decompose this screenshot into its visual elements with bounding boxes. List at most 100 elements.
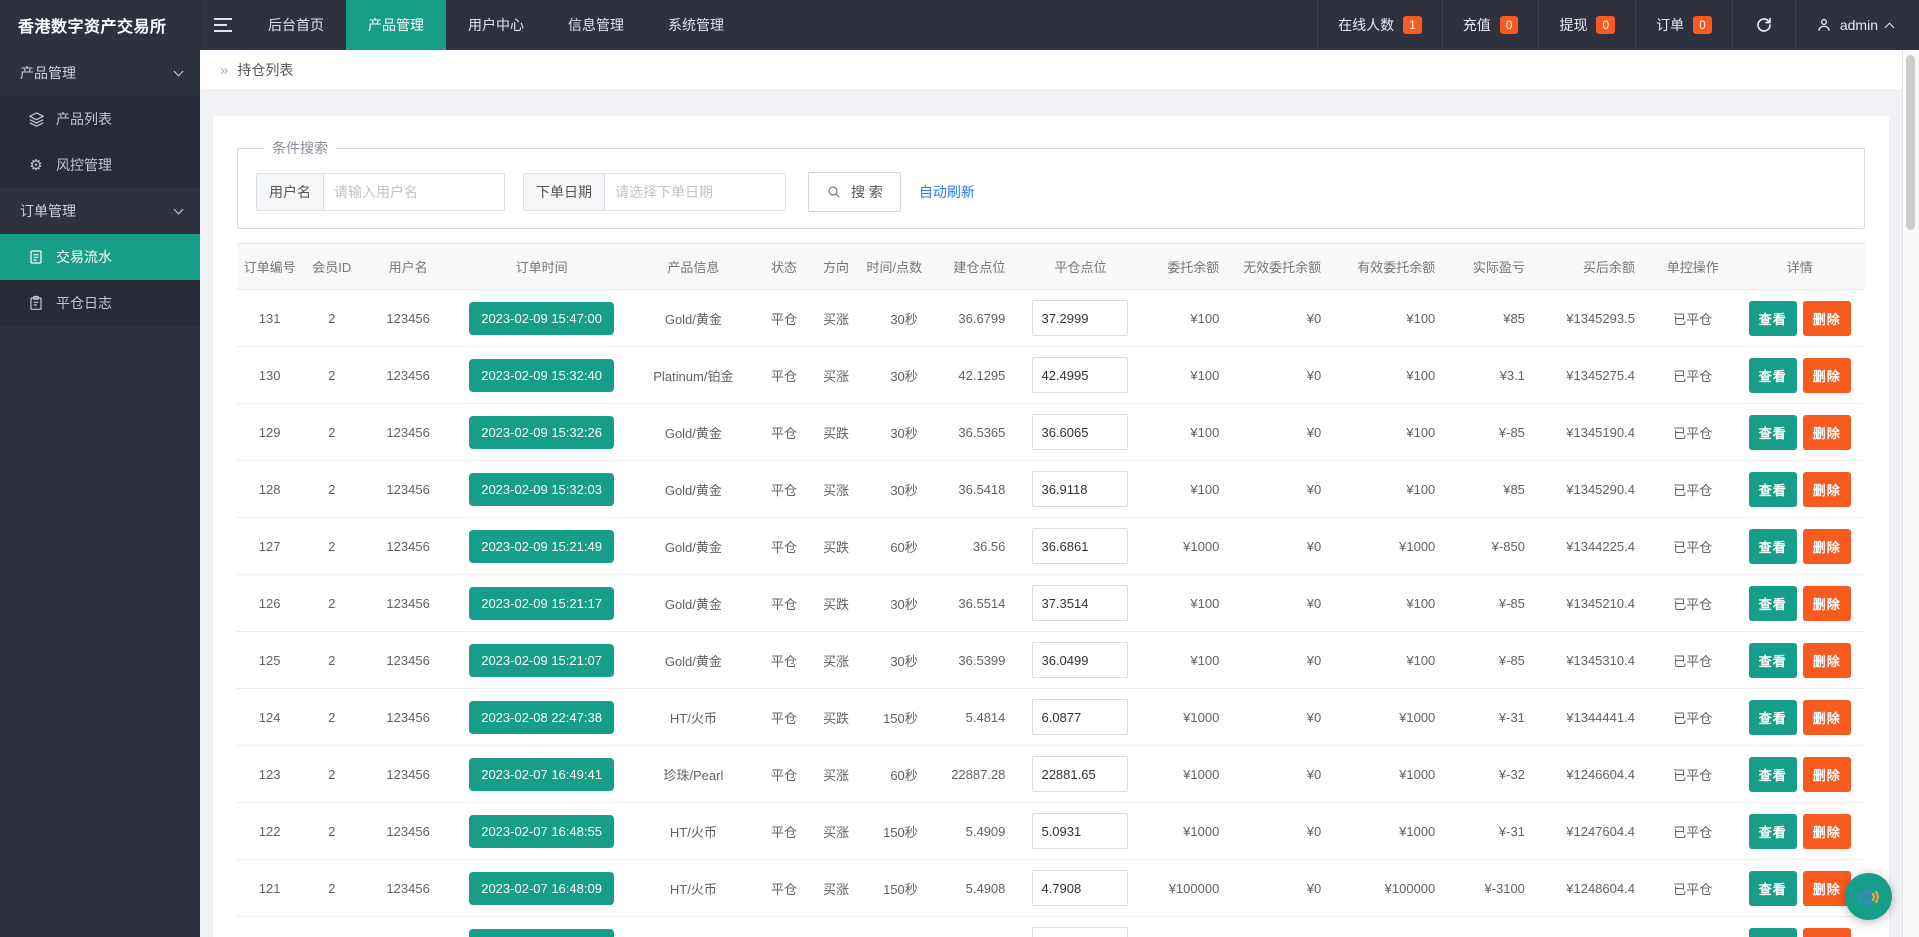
- cell-order-no: 125: [237, 631, 303, 689]
- view-button[interactable]: 查看: [1748, 414, 1797, 450]
- username-input[interactable]: [323, 173, 505, 211]
- cell-control: 已平仓: [1650, 346, 1735, 404]
- cell-status: 平仓: [758, 745, 810, 803]
- nav-item-users[interactable]: 用户中心: [446, 0, 546, 50]
- sidebar-item-risk-control[interactable]: ⚙ 风控管理: [0, 142, 200, 188]
- search-button[interactable]: 搜 索: [808, 172, 901, 212]
- delete-button[interactable]: 删除: [1802, 870, 1851, 906]
- nav-stat-withdraw[interactable]: 提现 0: [1538, 0, 1635, 50]
- close-point-input[interactable]: [1032, 813, 1129, 849]
- close-point-input[interactable]: [1032, 471, 1129, 507]
- cell-direction: 买涨: [809, 859, 863, 917]
- cell-period: 30秒: [862, 403, 934, 461]
- close-point-input[interactable]: [1032, 642, 1129, 678]
- order-time-button[interactable]: 2023-02-09 15:32:40: [469, 358, 614, 392]
- refresh-icon[interactable]: [1731, 0, 1795, 50]
- cell-username: 123456: [361, 745, 455, 803]
- nav-item-products[interactable]: 产品管理: [346, 0, 446, 50]
- view-button[interactable]: 查看: [1748, 927, 1797, 937]
- delete-button[interactable]: 删除: [1802, 300, 1851, 336]
- cell-order-time: 2023-02-07 16:48:09: [454, 859, 629, 917]
- chevron-down-icon: [173, 66, 184, 76]
- view-button[interactable]: 查看: [1748, 813, 1797, 849]
- cell-balance-after: ¥0: [1540, 916, 1651, 937]
- view-button[interactable]: 查看: [1748, 642, 1797, 678]
- delete-button[interactable]: 删除: [1802, 357, 1851, 393]
- nav-item-home[interactable]: 后台首页: [246, 0, 346, 50]
- close-point-input[interactable]: [1032, 300, 1129, 336]
- cell-valid-entrust: ¥100: [1337, 289, 1452, 347]
- nav-item-system[interactable]: 系统管理: [646, 0, 746, 50]
- delete-button[interactable]: 删除: [1802, 813, 1851, 849]
- sidebar-item-close-log[interactable]: 平仓日志: [0, 280, 200, 326]
- delete-button[interactable]: 删除: [1802, 471, 1851, 507]
- cell-entrust-balance: ¥1000: [1139, 688, 1236, 746]
- close-point-input[interactable]: [1032, 585, 1129, 621]
- delete-button[interactable]: 删除: [1802, 699, 1851, 735]
- order-time-button[interactable]: 2023-02-09 15:47:00: [469, 301, 614, 335]
- cell-entrust-balance: ¥1000: [1139, 802, 1236, 860]
- menu-toggle-icon[interactable]: [200, 0, 246, 50]
- sidebar-item-product-list[interactable]: 产品列表: [0, 96, 200, 142]
- delete-button[interactable]: 删除: [1802, 528, 1851, 564]
- cell-order-no: 123: [237, 745, 303, 803]
- order-time-button[interactable]: 2023-02-08 22:47:38: [469, 700, 614, 734]
- order-time-button[interactable]: 2023-02-06 04:21:10: [469, 928, 614, 937]
- sidebar-item-trade-flow[interactable]: 交易流水: [0, 234, 200, 280]
- delete-button[interactable]: 删除: [1802, 414, 1851, 450]
- delete-button[interactable]: 删除: [1802, 756, 1851, 792]
- nav-stat-online[interactable]: 在线人数 1: [1317, 0, 1442, 50]
- cell-valid-entrust: ¥1000: [1337, 517, 1452, 575]
- auto-refresh-link[interactable]: 自动刷新: [919, 182, 975, 202]
- delete-button[interactable]: 删除: [1802, 927, 1851, 937]
- main-area: » 持仓列表 条件搜索 用户名 下单日期: [200, 50, 1919, 937]
- close-point-input[interactable]: [1032, 414, 1129, 450]
- order-time-button[interactable]: 2023-02-09 15:21:49: [469, 529, 614, 563]
- sidebar-item-label: 风控管理: [56, 157, 112, 173]
- view-button[interactable]: 查看: [1748, 300, 1797, 336]
- cell-direction: 买涨: [809, 631, 863, 689]
- scrollbar[interactable]: [1902, 50, 1919, 937]
- view-button[interactable]: 查看: [1748, 870, 1797, 906]
- order-date-input[interactable]: [604, 173, 786, 211]
- order-time-button[interactable]: 2023-02-07 16:48:55: [469, 814, 614, 848]
- order-time-button[interactable]: 2023-02-09 15:21:17: [469, 586, 614, 620]
- nav-stat-recharge[interactable]: 充值 0: [1441, 0, 1539, 50]
- cell-product: Gold/黄金: [628, 517, 759, 575]
- close-point-input[interactable]: [1032, 699, 1129, 735]
- close-point-input[interactable]: [1032, 528, 1129, 564]
- close-point-input[interactable]: [1032, 927, 1129, 937]
- cell-username: 123456: [361, 859, 455, 917]
- cell-product: HT/火币: [628, 688, 759, 746]
- order-time-button[interactable]: 2023-02-09 15:32:26: [469, 415, 614, 449]
- close-point-input[interactable]: [1032, 870, 1129, 906]
- cell-invalid-entrust: ¥0: [1235, 346, 1338, 404]
- view-button[interactable]: 查看: [1748, 756, 1797, 792]
- user-menu[interactable]: admin: [1794, 0, 1919, 50]
- cell-member-id: 2: [302, 802, 362, 860]
- table-row: 12010123123 2023-02-06 04:21:10 HT/火币平仓买跌1…: [237, 916, 1865, 937]
- order-time-button[interactable]: 2023-02-07 16:49:41: [469, 757, 614, 791]
- cell-open-point: 5.4909: [933, 802, 1022, 860]
- view-button[interactable]: 查看: [1748, 357, 1797, 393]
- view-button[interactable]: 查看: [1748, 471, 1797, 507]
- scrollbar-thumb[interactable]: [1906, 55, 1915, 230]
- cell-member-id: 2: [302, 688, 362, 746]
- cell-order-time: 2023-02-09 15:32:40: [454, 346, 629, 404]
- cell-balance-after: ¥1345290.4: [1540, 460, 1651, 518]
- order-time-button[interactable]: 2023-02-09 15:32:03: [469, 472, 614, 506]
- view-button[interactable]: 查看: [1748, 699, 1797, 735]
- nav-stat-orders[interactable]: 订单 0: [1635, 0, 1732, 50]
- view-button[interactable]: 查看: [1748, 528, 1797, 564]
- close-point-input[interactable]: [1032, 357, 1129, 393]
- delete-button[interactable]: 删除: [1802, 585, 1851, 621]
- order-time-button[interactable]: 2023-02-09 15:21:07: [469, 643, 614, 677]
- sound-toggle-button[interactable]: [1845, 873, 1892, 920]
- nav-item-info[interactable]: 信息管理: [546, 0, 646, 50]
- sidebar-group-product-management[interactable]: 产品管理: [0, 50, 200, 96]
- order-time-button[interactable]: 2023-02-07 16:48:09: [469, 871, 614, 905]
- close-point-input[interactable]: [1032, 756, 1129, 792]
- sidebar-group-order-management[interactable]: 订单管理: [0, 188, 200, 234]
- view-button[interactable]: 查看: [1748, 585, 1797, 621]
- delete-button[interactable]: 删除: [1802, 642, 1851, 678]
